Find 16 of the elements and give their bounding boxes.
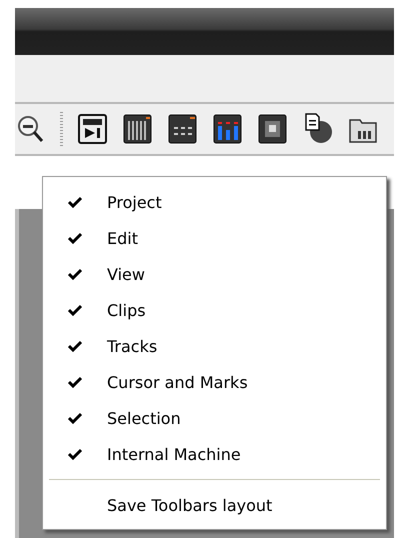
menu-item[interactable]: Edit (107, 228, 138, 248)
menu-item[interactable]: Project (107, 192, 162, 212)
film-frame-icon[interactable] (258, 112, 288, 146)
menu-item[interactable]: Tracks (107, 336, 158, 356)
film-play-icon[interactable] (78, 112, 108, 146)
menu-item[interactable]: View (107, 264, 145, 284)
mixer-icon[interactable] (123, 112, 153, 146)
menu-item[interactable]: Cursor and Marks (107, 372, 248, 392)
panel-icon[interactable] (168, 112, 198, 146)
zoom-out-icon[interactable] (17, 114, 45, 144)
level-meter-icon[interactable] (213, 112, 243, 146)
menu-item[interactable]: Clips (107, 300, 146, 320)
menu-item[interactable]: Save Toolbars layout (107, 496, 272, 514)
document-disc-icon[interactable] (303, 112, 333, 146)
menu-item[interactable]: Internal Machine (107, 444, 241, 464)
menu-item[interactable]: Selection (107, 408, 181, 428)
